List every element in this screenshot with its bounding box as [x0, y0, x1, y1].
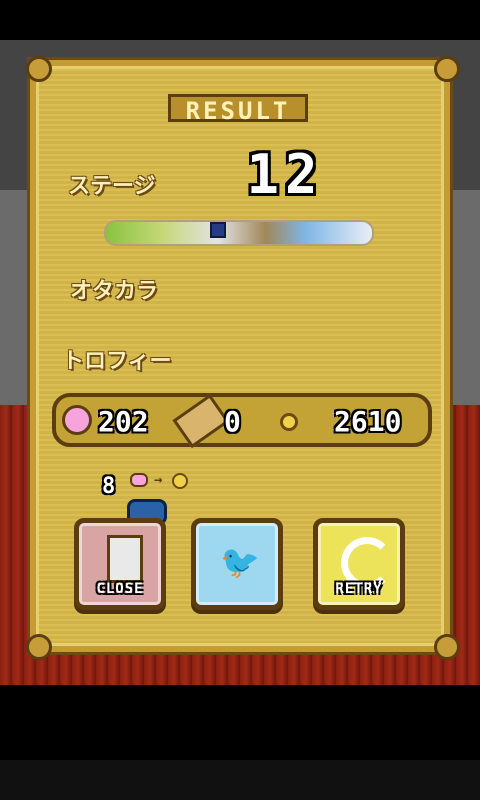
twitter-button[interactable]: 🐦 — [191, 518, 283, 610]
trophy-label: トロフィー — [62, 349, 172, 374]
pink-face-icon — [62, 405, 92, 435]
result-title: RESULT — [168, 94, 308, 125]
arrow-icon: → — [154, 472, 163, 488]
panel-corner-bolt — [26, 56, 52, 82]
coin-count: 2610 — [334, 405, 402, 438]
tiny-pink-icon — [130, 473, 148, 487]
retry-button-label: RETRY — [335, 581, 383, 597]
panel-corner-bolt — [434, 634, 460, 660]
door-icon — [107, 535, 143, 583]
stage-label: ステージ — [68, 174, 156, 199]
stage-number: 12 — [246, 143, 324, 206]
twitter-bird-icon: 🐦 — [220, 543, 260, 581]
treasure-label: オタカラ — [70, 279, 159, 304]
close-button[interactable]: CLOSE — [74, 518, 166, 610]
bonus-count: 8 — [102, 474, 116, 499]
stage-progress-map — [104, 220, 374, 246]
background-bottom-bar — [0, 685, 480, 760]
retry-button[interactable]: RETRY — [313, 518, 405, 610]
panel-corner-bolt — [434, 56, 460, 82]
pink-count: 202 — [98, 405, 149, 438]
background-strip — [0, 760, 480, 800]
tiny-coin-icon — [172, 473, 188, 489]
close-button-label: CLOSE — [96, 581, 144, 597]
ticket-count: 0 — [224, 405, 241, 438]
panel-corner-bolt — [26, 634, 52, 660]
coin-icon — [280, 413, 298, 431]
player-marker-icon — [210, 222, 226, 238]
